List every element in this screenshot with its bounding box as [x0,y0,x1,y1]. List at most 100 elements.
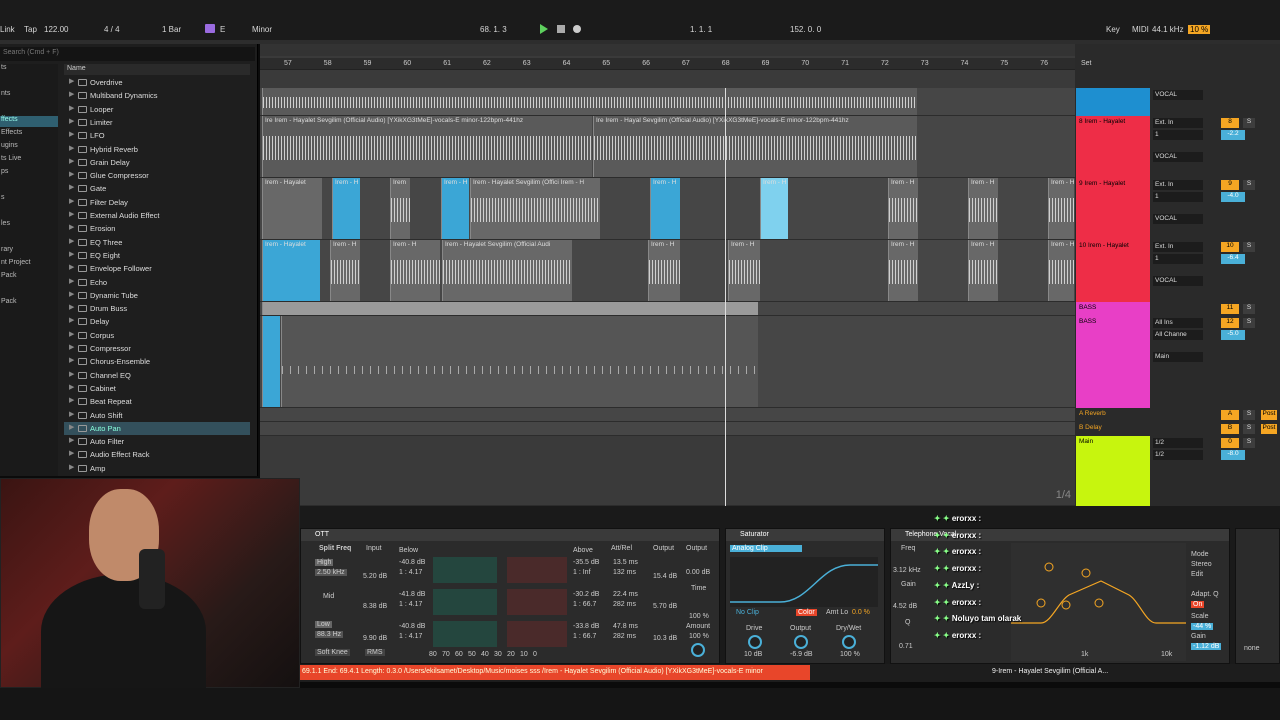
output-select[interactable]: VOCAL [1153,152,1203,162]
set-button[interactable]: Set [1081,60,1092,67]
chevron-right-icon[interactable]: ▶ [69,90,74,98]
output-low[interactable]: 10.3 dB [653,635,677,642]
device-title[interactable]: Saturator [726,529,884,541]
track-activator[interactable]: B [1221,424,1239,434]
effect-item[interactable]: ▶ Echo [64,276,250,289]
amount-knob[interactable] [691,643,705,657]
solo-button[interactable]: S [1243,410,1255,420]
ott-device[interactable]: OTT Split Freq Input Below Above Att/Rel… [300,528,720,664]
browser-place[interactable] [0,181,58,192]
effect-item[interactable]: ▶ Grain Delay [64,156,250,169]
audio-clip-selected[interactable]: Irem - H [332,178,360,239]
effect-item[interactable]: ▶ Multiband Dynamics [64,89,250,102]
link-button[interactable]: Link [0,25,15,34]
browser-place[interactable] [0,103,58,114]
audio-clip[interactable]: Irem - Hayalet Sevgilim (Official Audi [442,240,572,301]
browser-place[interactable]: les [0,220,58,231]
main-lane[interactable]: 1/4 [260,436,1075,506]
browser-place[interactable]: Effects [0,129,58,140]
effect-item[interactable]: ▶ Auto Filter [64,435,250,448]
rms-button[interactable]: RMS [365,649,385,656]
high-attack[interactable]: 13.5 ms [613,559,638,566]
chevron-right-icon[interactable]: ▶ [69,316,74,324]
output-value[interactable]: -6.9 dB [790,651,813,658]
browser-place[interactable]: ts [0,64,58,75]
track-lane[interactable]: Irem - Hayalet Irem - H Irem - H Irem - … [260,240,1075,302]
pre-post-toggle[interactable]: Post [1261,410,1277,420]
track-lane[interactable]: Ire Irem - Hayalet Sevgilim (Official Au… [260,116,1075,178]
stop-icon[interactable] [557,25,565,33]
mid-meter-above[interactable] [507,589,567,615]
input-channel-select[interactable]: 1 [1153,192,1203,202]
track-header[interactable]: Main [1076,436,1150,506]
input-type-select[interactable]: Ext. In [1153,118,1203,128]
return-lane[interactable] [260,422,1075,436]
below-mid-ratio[interactable]: 1 : 4.17 [399,601,422,608]
solo-button[interactable]: S [1243,438,1255,448]
track-header[interactable] [1076,88,1150,116]
loop-brace[interactable] [260,44,1075,56]
volume-field[interactable]: -5.0 [1221,330,1245,340]
effect-item[interactable]: ▶ Limiter [64,116,250,129]
low-meter-above[interactable] [507,621,567,647]
chevron-right-icon[interactable]: ▶ [69,356,74,364]
effect-item[interactable]: ▶ Auto Shift [64,409,250,422]
adapt-q-toggle[interactable]: On [1191,601,1205,608]
chevron-right-icon[interactable]: ▶ [69,197,74,205]
browser-column-header[interactable]: Name [64,64,250,75]
effect-item[interactable]: ▶ Erosion [64,222,250,235]
solo-button[interactable]: S [1243,180,1255,190]
audio-clip[interactable]: Irem - Hayalet Sevgilim (Offici Irem - H [470,178,600,239]
input-channel-select[interactable]: 1/2 [1153,450,1203,460]
below-high-thresh[interactable]: -40.8 dB [399,559,425,566]
gain-value[interactable]: 4.52 dB [893,603,917,610]
track-activator[interactable]: 12 [1221,318,1239,328]
track-header[interactable]: 9 Irem - Hayalet [1076,178,1150,240]
time-signature[interactable]: 4 / 4 [104,25,120,34]
effect-item[interactable]: ▶ Beat Repeat [64,395,250,408]
audio-clip[interactable]: Irem - H [728,240,760,301]
track-name[interactable]: BASS [1079,304,1096,311]
chevron-right-icon[interactable]: ▶ [69,157,74,165]
volume-field[interactable]: -8.0 [1221,450,1245,460]
loop-start[interactable]: 1. 1. 1 [690,25,712,34]
device-option[interactable]: none [1244,645,1260,652]
chevron-right-icon[interactable]: ▶ [69,144,74,152]
mid-band-label[interactable]: Mid [323,593,334,600]
browser-place[interactable]: nts [0,90,58,101]
volume-field[interactable]: -2.2 [1221,130,1245,140]
chevron-right-icon[interactable]: ▶ [69,396,74,404]
chevron-right-icon[interactable]: ▶ [69,330,74,338]
above-mid-ratio[interactable]: 1 : 66.7 [573,601,596,608]
midi-clip[interactable] [262,302,758,315]
device-title[interactable]: OTT [301,529,719,541]
solo-button[interactable]: S [1243,318,1255,328]
drywet-value[interactable]: 100 % [840,651,860,658]
audio-clip[interactable]: Irem - H [968,178,998,239]
high-meter[interactable] [433,557,497,583]
chevron-right-icon[interactable]: ▶ [69,436,74,444]
chevron-right-icon[interactable]: ▶ [69,183,74,191]
volume-field[interactable]: -4.0 [1221,192,1245,202]
time-value[interactable]: 100 % [689,613,709,620]
effect-item[interactable]: ▶ EQ Three [64,236,250,249]
key-map-button[interactable]: Key [1106,25,1120,34]
volume-field[interactable]: -6.4 [1221,254,1245,264]
high-meter-above[interactable] [507,557,567,583]
next-device[interactable]: none [1235,528,1280,664]
mid-attack[interactable]: 22.4 ms [613,591,638,598]
input-type-select[interactable]: Ext. In [1153,180,1203,190]
low-meter[interactable] [433,621,497,647]
output-high[interactable]: 15.4 dB [653,573,677,580]
browser-place[interactable]: ugins [0,142,58,153]
track-name[interactable]: BASS [1079,318,1096,325]
saturator-type-select[interactable]: Analog Clip [730,545,802,552]
chevron-right-icon[interactable]: ▶ [69,277,74,285]
browser-place[interactable] [0,207,58,218]
audio-clip[interactable]: Irem - H [1048,178,1074,239]
input-type-select[interactable]: Ext. In [1153,242,1203,252]
audio-clip[interactable]: Irem - H [968,240,998,301]
browser-place[interactable]: s [0,194,58,205]
scale-root-select[interactable]: E [220,25,225,34]
drive-knob[interactable] [748,635,762,649]
